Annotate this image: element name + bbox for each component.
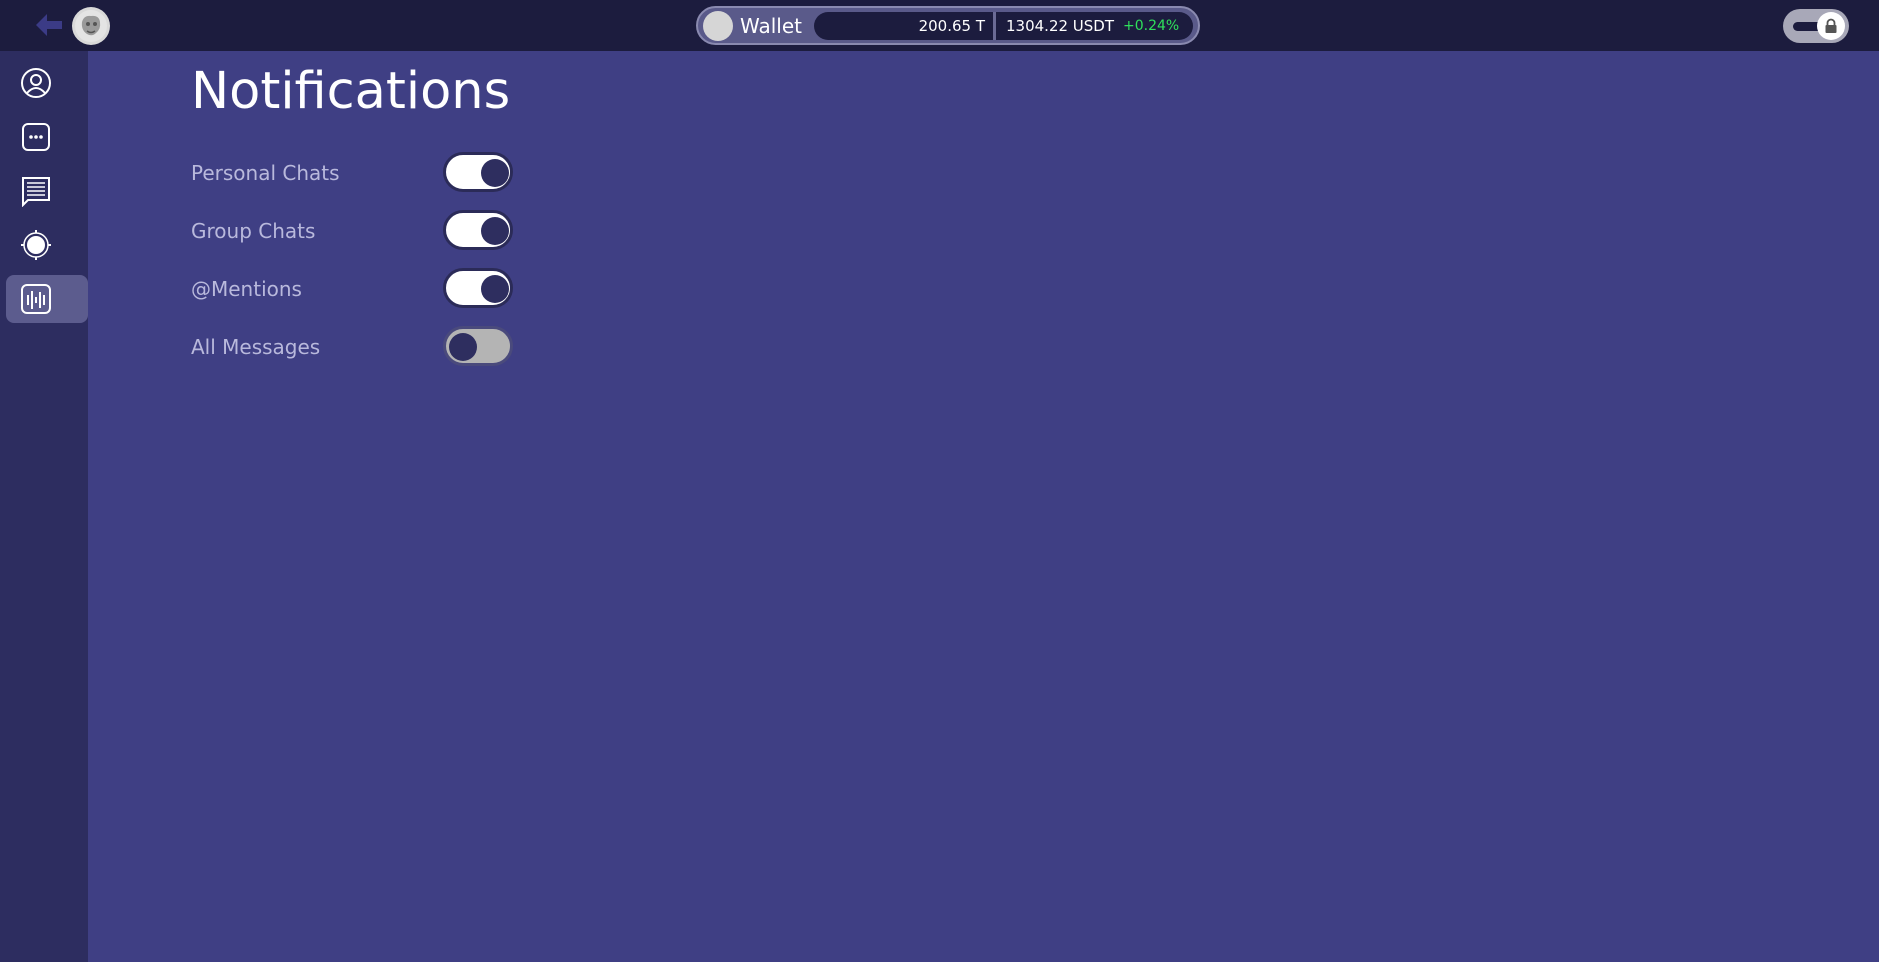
- messages-list-icon: [22, 177, 50, 207]
- arrow-left-icon: [36, 14, 62, 36]
- setting-label: @Mentions: [191, 277, 302, 301]
- profile-icon: [21, 68, 51, 98]
- mentions-toggle[interactable]: [443, 268, 513, 308]
- setting-label: Group Chats: [191, 219, 316, 243]
- back-button[interactable]: [34, 10, 64, 40]
- sidebar-item-chats[interactable]: [6, 113, 88, 161]
- token-balance: 200.65 T: [814, 11, 996, 40]
- wallet-coin-icon: [703, 10, 733, 41]
- appearance-icon: [21, 230, 51, 260]
- all-messages-toggle[interactable]: [443, 326, 513, 366]
- sidebar-item-profile[interactable]: [6, 59, 88, 107]
- price-change: +0.24%: [1123, 17, 1180, 34]
- personal-chats-toggle[interactable]: [443, 152, 513, 192]
- toggle-knob: [481, 159, 509, 187]
- group-chats-toggle[interactable]: [443, 210, 513, 250]
- sidebar-item-notifications[interactable]: [6, 275, 88, 323]
- toggle-knob: [481, 275, 509, 303]
- toggle-knob: [481, 217, 509, 245]
- setting-label: Personal Chats: [191, 161, 340, 185]
- user-avatar: [75, 10, 107, 42]
- notifications-wave-icon: [21, 284, 51, 314]
- wallet-widget[interactable]: Wallet 200.65 T 1304.22 USDT +0.24%: [696, 6, 1200, 45]
- setting-label: All Messages: [191, 335, 321, 359]
- setting-row-group-chats: Group Chats: [191, 210, 521, 250]
- sidebar-item-messages[interactable]: [6, 167, 88, 215]
- lock-toggle-knob: [1817, 12, 1845, 40]
- setting-row-mentions: @Mentions: [191, 268, 521, 308]
- toggle-knob: [449, 333, 477, 361]
- wallet-balances: 200.65 T 1304.22 USDT +0.24%: [814, 11, 1193, 40]
- page-title: Notifications: [191, 62, 511, 121]
- setting-row-all-messages: All Messages: [191, 326, 521, 366]
- top-bar: Wallet 200.65 T 1304.22 USDT +0.24%: [0, 0, 1879, 51]
- lock-icon: [1825, 18, 1837, 33]
- wallet-label: Wallet: [740, 13, 803, 38]
- lock-toggle[interactable]: [1783, 9, 1849, 43]
- avatar[interactable]: [72, 7, 110, 45]
- setting-row-personal-chats: Personal Chats: [191, 152, 521, 192]
- sidebar: [0, 51, 88, 962]
- sidebar-item-appearance[interactable]: [6, 221, 88, 269]
- usdt-balance: 1304.22 USDT: [1006, 16, 1115, 35]
- chat-dots-icon: [22, 123, 50, 151]
